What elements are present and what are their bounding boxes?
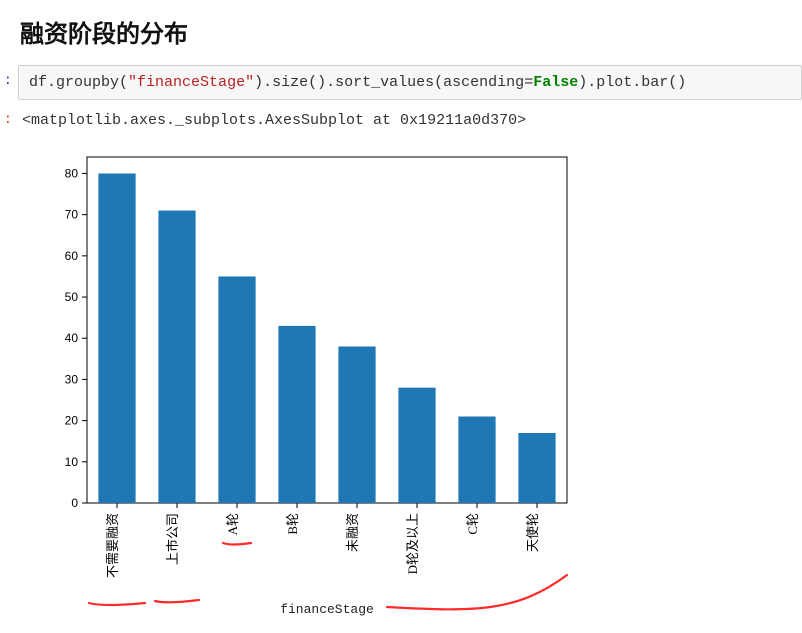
code-token: .: [632, 74, 641, 91]
code-kwarg: ascending: [443, 74, 524, 91]
code-token: plot: [596, 74, 632, 91]
code-token: ).: [578, 74, 596, 91]
code-string: "financeStage": [128, 74, 254, 91]
bar: [98, 173, 135, 503]
bar: [278, 326, 315, 503]
input-prompt: :: [0, 65, 12, 89]
hand-annotation: [89, 543, 567, 609]
bar: [338, 346, 375, 503]
x-tick-label: D轮及以上: [405, 513, 420, 574]
output-prompt: :: [0, 104, 12, 128]
code-token: ).: [254, 74, 272, 91]
bar: [398, 388, 435, 503]
x-tick-label: 天使轮: [525, 513, 540, 552]
y-tick-label: 80: [65, 166, 79, 180]
y-tick-label: 60: [65, 249, 79, 263]
x-axis-label: financeStage: [280, 602, 374, 617]
code-token: sort_values: [335, 74, 434, 91]
bar: [458, 417, 495, 504]
y-tick-label: 70: [65, 208, 79, 222]
x-tick-label: 不需要融资: [105, 513, 120, 578]
code-token: =: [524, 74, 533, 91]
code-token: size: [272, 74, 308, 91]
bar: [158, 211, 195, 503]
x-tick-label: 上市公司: [165, 513, 180, 565]
code-content[interactable]: df.groupby("financeStage").size().sort_v…: [18, 65, 802, 100]
x-tick-label: C轮: [465, 513, 480, 535]
y-tick-label: 20: [65, 414, 79, 428]
y-tick-label: 50: [65, 290, 79, 304]
x-tick-label: 未融资: [345, 513, 360, 552]
y-tick-label: 40: [65, 331, 79, 345]
code-output-cell: : <matplotlib.axes._subplots.AxesSubplot…: [0, 102, 802, 137]
code-token: (: [434, 74, 443, 91]
code-keyword: False: [533, 74, 578, 91]
y-tick-label: 0: [71, 496, 78, 510]
code-token: (: [119, 74, 128, 91]
code-token: bar: [641, 74, 668, 91]
x-tick-label: B轮: [285, 513, 300, 535]
section-heading: 融资阶段的分布: [0, 0, 802, 63]
chart-figure: 0 10 20 30 40 50 60 70 80 不需要融资 上市公司 A轮 B轮 未融资 D轮及以上 C轮…: [0, 137, 802, 633]
x-tick-label: A轮: [225, 513, 240, 535]
y-tick-label: 10: [65, 455, 79, 469]
code-token: ().: [308, 74, 335, 91]
bar: [518, 433, 555, 503]
code-input-cell: : df.groupby("financeStage").size().sort…: [0, 63, 802, 102]
y-tick-label: 30: [65, 372, 79, 386]
bar: [218, 276, 255, 503]
code-token: groupby: [56, 74, 119, 91]
code-token: (): [668, 74, 686, 91]
code-token: df.: [29, 74, 56, 91]
output-text: <matplotlib.axes._subplots.AxesSubplot a…: [18, 104, 802, 135]
